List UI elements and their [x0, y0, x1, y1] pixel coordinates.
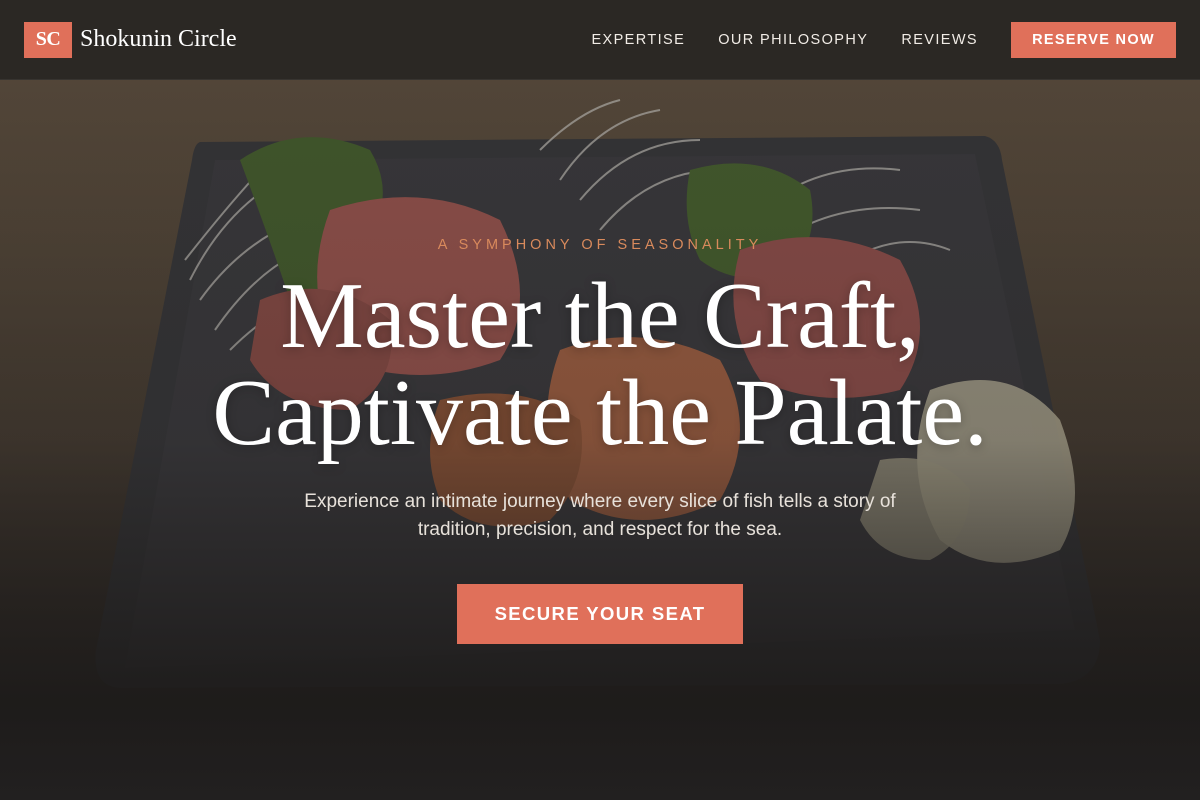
- hero-eyebrow: A SYMPHONY OF SEASONALITY: [437, 237, 763, 253]
- headline-line-1: Master the Craft,: [280, 264, 920, 368]
- subtitle-line-1: Experience an intimate journey where eve…: [304, 491, 896, 512]
- nav-link-our-philosophy[interactable]: OUR PHILOSOPHY: [718, 32, 868, 48]
- reserve-now-button[interactable]: RESERVE NOW: [1011, 21, 1176, 58]
- brand-name: Shokunin Circle: [80, 26, 237, 52]
- headline-line-2: Captivate the Palate.: [212, 361, 988, 465]
- nav-links: EXPERTISE OUR PHILOSOPHY REVIEWS RESERVE…: [591, 21, 1176, 58]
- top-navbar: SC Shokunin Circle EXPERTISE OUR PHILOSO…: [0, 0, 1200, 80]
- nav-link-expertise[interactable]: EXPERTISE: [591, 32, 685, 48]
- nav-link-reviews[interactable]: REVIEWS: [901, 32, 978, 48]
- logo-badge: SC: [24, 21, 72, 58]
- brand-logo[interactable]: SC Shokunin Circle: [24, 21, 237, 58]
- hero-subtitle: Experience an intimate journey where eve…: [260, 488, 940, 544]
- hero-section: A SYMPHONY OF SEASONALITY Master the Cra…: [0, 80, 1200, 800]
- subtitle-line-2: tradition, precision, and respect for th…: [417, 519, 783, 540]
- hero-headline: Master the Craft, Captivate the Palate.: [0, 268, 1200, 462]
- secure-your-seat-button[interactable]: SECURE YOUR SEAT: [457, 584, 743, 644]
